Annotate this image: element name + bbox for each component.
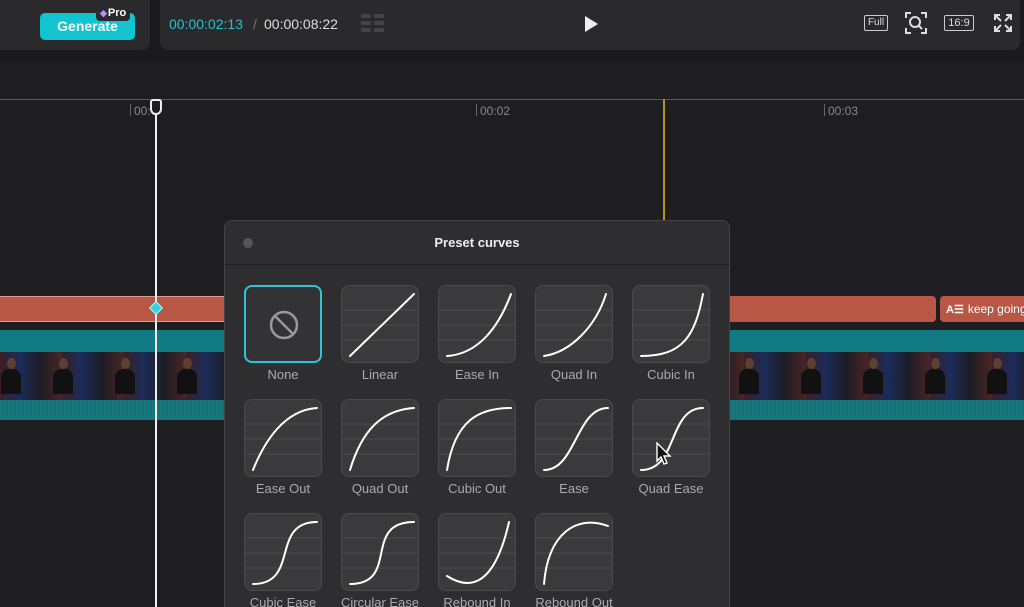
curve-thumbnail[interactable] — [535, 399, 613, 477]
caption-clip[interactable] — [0, 296, 224, 322]
curve-graph-icon — [439, 521, 515, 584]
playhead-line[interactable] — [155, 99, 157, 607]
panel-title: Preset curves — [434, 235, 520, 250]
pro-label: Pro — [107, 7, 127, 19]
curve-thumbnail[interactable] — [632, 285, 710, 363]
play-icon[interactable] — [583, 15, 599, 33]
curve-preset-rebound-in[interactable]: Rebound In — [438, 513, 516, 607]
curve-thumbnail[interactable] — [438, 399, 516, 477]
pro-badge: ◆Pro — [96, 5, 131, 21]
curve-preset-cubic-ease[interactable]: Cubic Ease — [244, 513, 322, 607]
thumbnail-person — [862, 358, 884, 394]
curve-preset-quad-in[interactable]: Quad In — [535, 285, 613, 385]
aspect-ratio-button[interactable]: 16:9 — [944, 15, 974, 31]
curve-graph-icon — [245, 407, 321, 471]
curve-preset-quad-out[interactable]: Quad Out — [341, 399, 419, 499]
curve-graph-icon — [342, 293, 418, 357]
thumbnail-person — [924, 358, 946, 394]
thumbnail-person — [114, 358, 136, 394]
thumbnail-person — [0, 358, 22, 394]
thumbnail-person — [800, 358, 822, 394]
panel-header: Preset curves — [225, 221, 729, 265]
thumbnail-person — [738, 358, 760, 394]
curve-preset-ease-out[interactable]: Ease Out — [244, 399, 322, 499]
curve-graph-icon — [633, 293, 709, 357]
gem-icon: ◆ — [100, 8, 107, 18]
text-icon: A☰ — [946, 304, 964, 316]
curve-graph-icon — [439, 293, 515, 357]
total-timecode: 00:00:08:22 — [264, 16, 338, 32]
curve-graph-icon — [536, 407, 612, 471]
curve-preset-ease-in[interactable]: Ease In — [438, 285, 516, 385]
curve-thumbnail[interactable] — [535, 513, 613, 591]
curve-thumbnail[interactable] — [535, 285, 613, 363]
thumbnail-person — [986, 358, 1008, 394]
curve-thumbnail[interactable] — [438, 285, 516, 363]
curve-thumbnail[interactable] — [341, 399, 419, 477]
curve-thumbnail[interactable] — [244, 399, 322, 477]
playhead-handle[interactable] — [150, 99, 162, 115]
curve-thumbnail[interactable] — [341, 513, 419, 591]
timecode-separator: / — [253, 16, 257, 32]
curve-preset-ease[interactable]: Ease — [535, 399, 613, 499]
full-quality-button[interactable]: Full — [864, 15, 888, 31]
curve-thumbnail[interactable] — [438, 513, 516, 591]
curve-preset-rebound-out[interactable]: Rebound Out — [535, 513, 613, 607]
curve-graph-icon — [342, 521, 418, 585]
current-timecode: 00:00:02:13 — [169, 16, 243, 32]
curve-label: Rebound Out — [535, 595, 613, 607]
curve-preset-linear[interactable]: Linear — [341, 285, 419, 385]
caption-text: keep going — [967, 302, 1024, 316]
ruler-tick: 00:03 — [823, 104, 859, 118]
curve-label: Quad Ease — [638, 481, 704, 496]
ruler-tick: 00:02 — [475, 104, 511, 118]
curve-graph-icon — [536, 521, 612, 585]
caption-clip[interactable] — [728, 296, 936, 322]
curve-preset-cubic-out[interactable]: Cubic Out — [438, 399, 516, 499]
grid-icon[interactable] — [360, 13, 386, 33]
curve-thumbnail[interactable] — [341, 285, 419, 363]
zoom-fit-icon[interactable] — [905, 12, 927, 34]
curve-graph-icon — [536, 293, 612, 357]
thumbnail-person — [52, 358, 74, 394]
caption-clip-label[interactable]: A☰ keep going — [940, 296, 1024, 322]
preset-curves-panel: Preset curves None Linear Ease In Quad In Cu… — [224, 220, 730, 607]
top-left-panel: Generate ◆Pro — [0, 0, 150, 50]
curve-graph-icon — [342, 407, 418, 471]
fullscreen-icon[interactable] — [993, 13, 1013, 33]
curve-preset-none[interactable]: None — [244, 285, 322, 385]
curve-graph-icon — [439, 407, 515, 471]
curve-preset-cubic-in[interactable]: Cubic In — [632, 285, 710, 385]
curve-preset-circular-ease[interactable]: Circular Ease — [341, 513, 419, 607]
curve-label: Cubic In — [647, 367, 695, 382]
curve-thumbnail[interactable] — [244, 513, 322, 591]
player-toolbar: 00:00:02:13 / 00:00:08:22 Full 16:9 — [160, 0, 1020, 50]
marker-line — [663, 99, 665, 224]
mouse-cursor-icon — [656, 442, 672, 465]
curve-graph-icon — [245, 521, 321, 585]
none-icon — [269, 310, 299, 340]
curve-thumbnail[interactable] — [244, 285, 322, 363]
thumbnail-person — [176, 358, 198, 394]
